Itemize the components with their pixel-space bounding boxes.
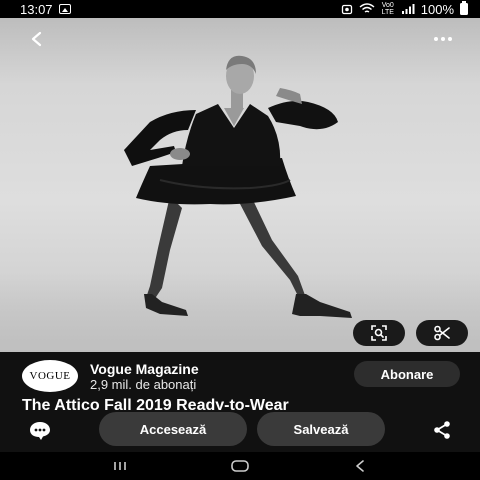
battery-icon (460, 1, 468, 15)
model-figure (124, 55, 352, 318)
system-back-icon (356, 460, 364, 472)
screenshot-notification-icon (341, 4, 352, 15)
follower-count: 2,9 mil. de abonați (90, 377, 197, 392)
visit-button[interactable]: Accesează (99, 412, 247, 446)
status-right: Vo0 LTE 100% (341, 1, 468, 17)
home-icon (231, 460, 249, 472)
battery-percentage: 100% (420, 1, 454, 17)
comment-button[interactable] (26, 419, 54, 443)
status-left: 13:07 (20, 2, 71, 17)
avatar[interactable]: VOGUE (22, 360, 78, 392)
network-label: Vo0 LTE (381, 2, 394, 16)
back-arrow-icon (31, 31, 42, 47)
share-button[interactable] (428, 418, 456, 442)
status-time: 13:07 (20, 1, 53, 17)
action-bar: Accesează Salvează (0, 410, 480, 452)
system-back-button[interactable] (340, 454, 380, 478)
wifi-icon (359, 3, 375, 13)
back-button[interactable] (22, 24, 52, 54)
gallery-notification-icon (58, 4, 71, 14)
more-dots-icon (434, 37, 452, 41)
pin-info-panel: VOGUE Vogue Magazine 2,9 mil. de abonați… (0, 352, 480, 410)
crop-button[interactable] (416, 320, 468, 346)
pin-image[interactable] (0, 18, 480, 352)
avatar-logo-text: VOGUE (29, 370, 71, 382)
profile-name[interactable]: Vogue Magazine (90, 361, 199, 377)
save-button[interactable]: Salvează (257, 412, 385, 446)
comment-icon (30, 422, 50, 440)
recent-apps-icon (114, 462, 126, 470)
share-icon (434, 421, 450, 439)
visual-search-button[interactable] (353, 320, 405, 346)
system-nav-bar (0, 452, 480, 480)
scissors-icon (434, 325, 450, 341)
pin-title-text: The Attico Fall 2019 Ready-to-Wear (22, 397, 289, 410)
visual-search-icon (371, 325, 387, 341)
subscribe-button[interactable]: Abonare (354, 361, 460, 387)
signal-icon (401, 4, 415, 14)
recent-apps-button[interactable] (100, 454, 140, 478)
home-button[interactable] (220, 454, 260, 478)
pin-title: The Attico Fall 2019 Ready-to-Wear (22, 397, 462, 410)
more-options-button[interactable] (428, 24, 458, 54)
status-bar: 13:07 Vo0 LTE 100% (0, 0, 480, 18)
